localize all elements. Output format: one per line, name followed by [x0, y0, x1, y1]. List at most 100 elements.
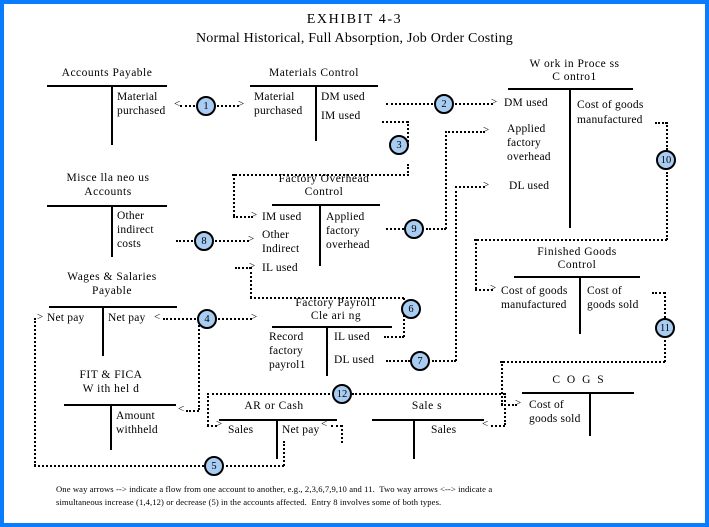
- debit-label-record-payroll-2: factory: [269, 345, 303, 357]
- connector-entry-11-left-vert: [501, 361, 503, 405]
- entry-marker-1[interactable]: 1: [196, 96, 216, 116]
- connector-entry-9-vert: [445, 131, 447, 229]
- credit-label-applied-foh-3: overhead: [326, 239, 370, 251]
- debit-label-il-used-foh: IL used: [262, 262, 298, 274]
- t-account-top-rule: [272, 204, 380, 206]
- credit-label-material-purchased: Material: [117, 91, 158, 103]
- credit-label-other-indirect-costs-1: Other: [117, 210, 145, 222]
- credit-label-material-purchased-2: purchased: [117, 105, 166, 117]
- t-account-center-rule: [569, 88, 571, 228]
- connector-entry-3-bottom: [232, 174, 409, 176]
- account-title-misc-accounts-line1: Misce lla neo us: [66, 172, 150, 184]
- entry-marker-12[interactable]: 12: [332, 384, 352, 404]
- t-account-top-rule: [514, 276, 640, 278]
- connector-entry-3-to-im: [233, 216, 253, 218]
- credit-label-amount-withheld-2: withheld: [116, 424, 158, 436]
- connector-entry-11-bottom: [500, 361, 665, 363]
- account-title-wip-control-line1: W ork in Proce ss: [529, 58, 620, 70]
- connector-entry-10-bottom: [474, 239, 667, 241]
- connector-entry-10-vert-b: [666, 172, 668, 240]
- t-account-top-rule: [64, 404, 176, 406]
- arrowhead-entry-4-right: >: [251, 311, 258, 323]
- t-account-top-rule: [219, 419, 337, 421]
- entry-marker-2[interactable]: 2: [434, 94, 454, 114]
- connector-entry-12-left: [207, 393, 330, 395]
- connector-entry-1-left: [180, 105, 195, 107]
- debit-label-im-used-foh: IM used: [262, 211, 302, 223]
- entry-marker-10[interactable]: 10: [656, 150, 676, 170]
- credit-label-other-indirect-costs-2: indirect: [117, 224, 154, 236]
- credit-label-cogs-fg-1: Cost of: [587, 285, 622, 297]
- entry-marker-5[interactable]: 5: [204, 456, 224, 476]
- account-title-finished-goods-line1: Finished Goods: [537, 246, 617, 258]
- t-account-center-rule: [319, 204, 321, 266]
- account-title-wip-control-line2: C ontro1: [552, 71, 597, 83]
- entry-marker-4[interactable]: 4: [197, 309, 217, 329]
- account-title-materials-control: Materials Control: [269, 67, 359, 79]
- debit-label-cogs-2: goods sold: [529, 413, 581, 425]
- arrowhead-entry-1-left: <: [174, 98, 181, 110]
- arrowhead-ar-net-pay: <: [321, 418, 328, 430]
- credit-label-dm-used: DM used: [321, 91, 365, 103]
- debit-label-net-pay: Net pay: [47, 312, 85, 324]
- entry-marker-9[interactable]: 9: [404, 219, 424, 239]
- credit-label-applied-foh-1: Applied: [326, 211, 365, 223]
- t-account-top-rule: [522, 392, 634, 394]
- credit-label-sales: Sales: [431, 424, 457, 436]
- arrowhead-entry-4-left: <: [154, 311, 161, 323]
- credit-label-amount-withheld-1: Amount: [116, 410, 155, 422]
- debit-label-record-payroll-1: Record: [269, 331, 304, 343]
- connector-entry-12-right: [352, 393, 505, 395]
- account-title-fit-fica-line1: FIT & FICA: [79, 369, 143, 381]
- t-account-top-rule: [250, 85, 378, 87]
- connector-entry-4-left: [163, 318, 196, 320]
- account-title-cogs: C O G S: [552, 374, 606, 386]
- account-title-ar-or-cash: AR or Cash: [244, 400, 304, 412]
- connector-ar-net-pay-vert: [341, 425, 343, 443]
- credit-label-net-pay-ar: Net pay: [282, 424, 320, 436]
- connector-entry-8-right: [215, 240, 249, 242]
- entry-marker-11[interactable]: 11: [655, 318, 675, 338]
- account-title-finished-goods-line2: Control: [557, 259, 597, 271]
- t-account-top-rule: [272, 326, 392, 328]
- connector-entry-2-left: [386, 103, 433, 105]
- connector-entry-12-sales-vert: [504, 393, 506, 425]
- footnote-line-1: One way arrows --> indicate a flow from …: [56, 484, 493, 494]
- t-account-center-rule: [110, 404, 112, 450]
- connector-entry-2-right: [455, 103, 493, 105]
- entry-marker-6[interactable]: 6: [401, 299, 421, 319]
- t-account-top-rule: [47, 85, 167, 87]
- arrowhead-entry-3: >: [251, 209, 258, 221]
- connector-entry-7-vert: [455, 186, 457, 361]
- connector-entry-5-bottom: [34, 465, 204, 467]
- t-account-center-rule: [276, 419, 278, 459]
- debit-label-cogm-fg-1: Cost of goods: [501, 285, 568, 297]
- account-title-wages-payable-line2: Payable: [92, 285, 132, 297]
- debit-label-cogs-1: Cost of: [529, 399, 564, 411]
- credit-label-applied-foh-2: factory: [326, 225, 360, 237]
- credit-label-cogm-1: Cost of goods: [577, 99, 644, 111]
- arrowhead-entry-6: >: [249, 260, 256, 272]
- connector-entry-10-left-vert: [475, 239, 477, 289]
- entry-marker-3[interactable]: 3: [389, 135, 409, 155]
- t-account-center-rule: [579, 276, 581, 334]
- connector-entry-3-top: [382, 121, 408, 123]
- debit-label-sales-ar: Sales: [228, 424, 254, 436]
- arrowhead-entry-9: >: [483, 124, 490, 136]
- arrowhead-entry-5: <: [178, 403, 185, 415]
- entry-marker-7[interactable]: 7: [410, 351, 430, 371]
- t-account-center-rule: [111, 205, 113, 257]
- diagram-canvas: EXHIBIT 4-3 Normal Historical, Full Abso…: [4, 4, 705, 523]
- connector-entry-5-right-vert: [283, 441, 285, 466]
- entry-marker-8[interactable]: 8: [194, 231, 214, 251]
- arrowhead-entry-2: >: [491, 96, 498, 108]
- debit-label-applied-foh-2: factory: [507, 137, 541, 149]
- connector-wages-debit-vert: [34, 318, 36, 466]
- t-account-top-rule: [49, 306, 177, 308]
- account-title-accounts-payable: Accounts Payable: [61, 67, 153, 79]
- connector-entry-8-left: [176, 240, 193, 242]
- page-title: EXHIBIT 4-3: [306, 12, 403, 27]
- footnote-line-2: simultaneous increase (1,4,12) or decrea…: [56, 497, 442, 507]
- account-title-fit-fica-line2: W ith hel d: [82, 383, 140, 395]
- credit-label-il-used-fpc: IL used: [334, 331, 370, 343]
